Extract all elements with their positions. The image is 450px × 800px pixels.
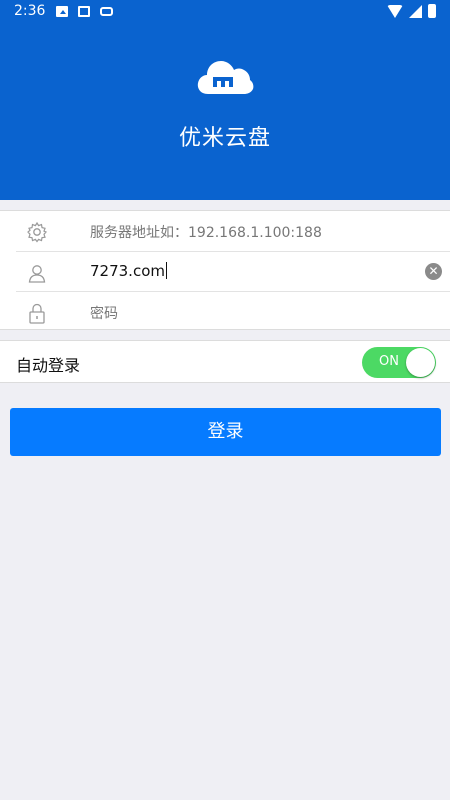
app-notification-icon [78,6,90,17]
username-row: 7273.com ✕ [16,251,450,291]
username-input[interactable]: 7273.com [90,262,167,280]
login-button[interactable]: 登录 [10,408,441,456]
text-caret [165,262,167,279]
status-bar: 2:36 [0,0,450,24]
status-time: 2:36 [14,3,46,19]
toggle-state-text: ON [379,354,399,369]
status-right-icons [387,4,436,18]
server-row: 服务器地址如：192.168.1.100:188 [16,211,450,251]
toggle-knob [406,348,435,377]
user-icon [28,265,46,283]
auto-login-label: 自动登录 [16,356,81,375]
message-notification-icon [100,7,113,16]
battery-icon [428,4,436,18]
password-row: 密码 [16,291,450,331]
login-form: 服务器地址如：192.168.1.100:188 7273.com ✕ 密码 [0,210,450,330]
signal-icon [409,4,422,18]
server-input[interactable]: 服务器地址如：192.168.1.100:188 [90,222,322,242]
gear-icon [27,221,48,243]
notification-icons [56,6,113,17]
auto-login-toggle[interactable]: ON [362,347,436,378]
username-value: 7273.com [90,262,165,280]
clear-icon[interactable]: ✕ [425,263,442,280]
lock-icon [29,303,45,324]
password-input[interactable]: 密码 [90,303,118,323]
wifi-icon [387,4,403,18]
app-header: 2:36 优米云盘 [0,0,450,200]
cloud-logo-icon [197,61,254,94]
image-notification-icon [56,6,68,17]
app-title: 优米云盘 [178,126,271,151]
auto-login-row: 自动登录 ON [0,340,450,383]
